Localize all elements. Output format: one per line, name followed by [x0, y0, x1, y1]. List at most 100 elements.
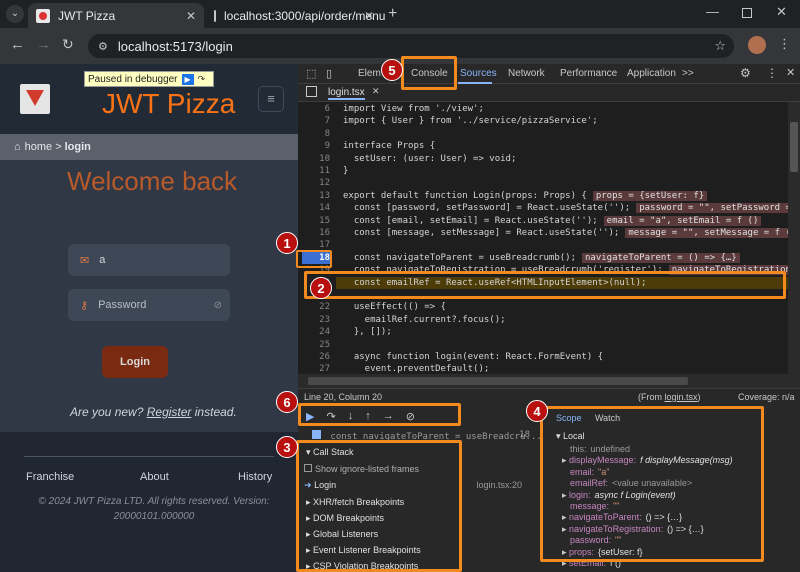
line-number[interactable]: 6 — [298, 104, 330, 114]
password-placeholder: Password — [98, 299, 147, 311]
line-number[interactable]: 23 — [298, 315, 330, 325]
code-editor[interactable]: 6 import View from './view'; 7 import { Use… — [298, 102, 788, 374]
callout-box-scope — [540, 406, 764, 562]
login-button[interactable]: Login — [102, 346, 168, 378]
line-number[interactable]: 22 — [298, 302, 330, 312]
line-number[interactable]: 7 — [298, 116, 330, 126]
line-number[interactable]: 15 — [298, 216, 330, 226]
inline-value: navigateToParent = () => {…} — [582, 252, 740, 263]
code-text: } — [343, 166, 349, 176]
line-number[interactable]: 10 — [298, 154, 330, 164]
line-number[interactable]: 11 — [298, 166, 330, 176]
footer-link-franchise[interactable]: Franchise — [26, 471, 74, 483]
tab-application[interactable]: Application — [627, 68, 676, 79]
breadcrumb-current: login — [64, 141, 91, 153]
site-info-icon[interactable]: ⚙ — [98, 40, 108, 53]
pizza-logo-icon — [20, 84, 50, 114]
breadcrumb-home[interactable]: home — [25, 141, 53, 153]
callout-number-3: 3 — [276, 436, 298, 458]
home-icon[interactable]: ⌂ — [14, 141, 21, 153]
minimize-icon[interactable]: — — [706, 4, 719, 19]
toggle-navigator-icon[interactable] — [306, 86, 317, 97]
code-text: }, []); — [343, 327, 392, 338]
devtools-menu-icon[interactable]: ⋮ — [766, 66, 778, 80]
reload-icon[interactable]: ↻ — [62, 36, 74, 53]
register-suffix: instead. — [194, 405, 237, 419]
breakpoint-checkbox[interactable] — [312, 430, 321, 439]
resume-icon[interactable]: ▶ — [181, 73, 194, 85]
from-file-link[interactable]: login.tsx — [665, 392, 698, 402]
email-field[interactable]: ✉ a — [68, 244, 230, 276]
line-number[interactable]: 27 — [298, 364, 330, 374]
device-toolbar-icon[interactable]: ▯ — [326, 67, 332, 80]
line-number[interactable]: 17 — [298, 240, 330, 250]
from-prefix: (From — [638, 392, 665, 402]
inline-value: props = {setUser: f} — [592, 190, 708, 201]
tab-elements[interactable]: Elem — [358, 68, 381, 79]
callout-number-1: 1 — [276, 232, 298, 254]
line-number[interactable]: 8 — [298, 129, 330, 139]
code-text: export default function Login(props: Pro… — [343, 190, 587, 201]
close-tab-icon[interactable]: ✕ — [186, 9, 196, 23]
forward-icon[interactable]: → — [36, 36, 51, 53]
footer-link-about[interactable]: About — [140, 471, 169, 483]
tab-search-button[interactable]: ⌄ — [6, 5, 24, 23]
horizontal-scrollbar[interactable] — [298, 374, 800, 388]
close-file-icon[interactable]: ✕ — [372, 86, 380, 97]
code-text: const [password, setPassword] = React.us… — [343, 203, 631, 214]
close-tab-icon[interactable]: ✕ — [364, 9, 374, 23]
step-over-icon[interactable]: ↷ — [198, 74, 206, 85]
code-line: const navigateToParent = useBreadcrumb()… — [343, 252, 740, 263]
app-footer: Franchise About History © 2024 JWT Pizza… — [0, 432, 298, 572]
password-field[interactable]: ⚷ Password ⊘ — [68, 289, 230, 321]
code-line: interface Props { — [343, 141, 435, 151]
new-tab-icon[interactable]: + — [388, 5, 397, 23]
editor-scrollbar[interactable] — [788, 102, 800, 374]
more-tabs-icon[interactable]: >> — [682, 68, 694, 79]
register-link[interactable]: Register — [147, 405, 192, 419]
maximize-icon[interactable] — [742, 8, 752, 18]
tab-network[interactable]: Network — [508, 68, 545, 79]
file-tab-login[interactable]: login.tsx — [328, 87, 365, 100]
breadcrumb-separator: > — [55, 141, 62, 153]
line-number[interactable]: 14 — [298, 203, 330, 213]
address-bar[interactable]: ⚙ localhost:5173/login ☆ — [88, 34, 734, 58]
tab-performance[interactable]: Performance — [560, 68, 617, 79]
code-line: emailRef.current?.focus(); — [343, 315, 506, 325]
close-devtools-icon[interactable]: ✕ — [786, 66, 795, 79]
inline-value: message = "", setMessage = f () — [625, 228, 788, 238]
settings-gear-icon[interactable]: ⚙ — [740, 66, 751, 80]
line-number[interactable]: 24 — [298, 327, 330, 337]
close-window-icon[interactable]: ✕ — [776, 4, 787, 20]
editor-status-bar: Line 20, Column 20 (From login.tsx) Cove… — [298, 388, 800, 404]
bookmark-star-icon[interactable]: ☆ — [714, 38, 726, 54]
callout-number-6: 6 — [276, 391, 298, 413]
back-icon[interactable]: ← — [10, 36, 25, 53]
breakpoint-line-number: 18 — [519, 430, 530, 440]
code-line: useEffect(() => { — [343, 302, 446, 312]
code-text: event.preventDefault(); — [343, 364, 490, 374]
line-number[interactable]: 26 — [298, 352, 330, 362]
code-text: import View from './view'; — [343, 104, 484, 114]
menu-kebab-icon[interactable]: ⋮ — [778, 36, 791, 52]
inspect-element-icon[interactable]: ⬚ — [306, 67, 316, 80]
tab-api-menu[interactable]: localhost:3000/api/order/menu ✕ — [206, 3, 385, 28]
page-title: Welcome back — [67, 166, 238, 196]
line-number[interactable]: 12 — [298, 178, 330, 188]
tab-jwt-pizza[interactable]: JWT Pizza ✕ — [28, 3, 204, 28]
line-number[interactable]: 16 — [298, 228, 330, 238]
line-number[interactable]: 25 — [298, 340, 330, 350]
hamburger-menu-button[interactable]: ≡ — [258, 86, 284, 112]
profile-avatar[interactable] — [748, 36, 766, 54]
code-line: }, []); — [343, 327, 392, 337]
callout-box-call-stack — [296, 440, 462, 572]
brand-title: JWT Pizza — [102, 88, 236, 119]
code-line: async function login(event: React.FormEv… — [343, 352, 603, 362]
tab-sources[interactable]: Sources — [460, 68, 497, 79]
debugger-banner: Paused in debugger ▶ ↷ — [84, 71, 214, 87]
line-number[interactable]: 13 — [298, 191, 330, 201]
line-number[interactable]: 9 — [298, 141, 330, 151]
footer-link-history[interactable]: History — [238, 471, 272, 483]
code-text: setUser: (user: User) => void; — [343, 153, 517, 164]
eye-off-icon[interactable]: ⊘ — [214, 300, 222, 311]
